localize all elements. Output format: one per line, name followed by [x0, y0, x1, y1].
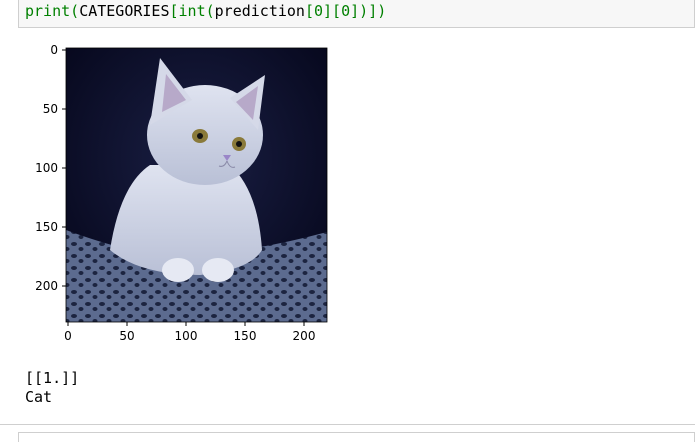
- next-code-cell[interactable]: [18, 432, 695, 442]
- cell-divider: [0, 424, 695, 425]
- y-axis: 0 50 100 150 200: [35, 43, 66, 293]
- x-tick-label: 150: [234, 329, 257, 343]
- y-tick-label: 50: [43, 102, 58, 116]
- cat-photo: [66, 48, 327, 322]
- y-tick-label: 150: [35, 220, 58, 234]
- x-tick-label: 200: [293, 329, 316, 343]
- y-tick-label: 200: [35, 279, 58, 293]
- x-axis: 0 50 100 150 200: [64, 322, 315, 343]
- output-prediction: [[1.]]: [25, 369, 80, 387]
- y-tick-label: 100: [35, 161, 58, 175]
- x-tick-label: 100: [175, 329, 198, 343]
- x-tick-label: 50: [119, 329, 134, 343]
- x-tick-label: 0: [64, 329, 72, 343]
- image-plot: 0 50 100 150 200 0 50 100 150 200: [35, 43, 328, 343]
- y-tick-label: 0: [50, 43, 58, 57]
- output-category: Cat: [25, 388, 53, 406]
